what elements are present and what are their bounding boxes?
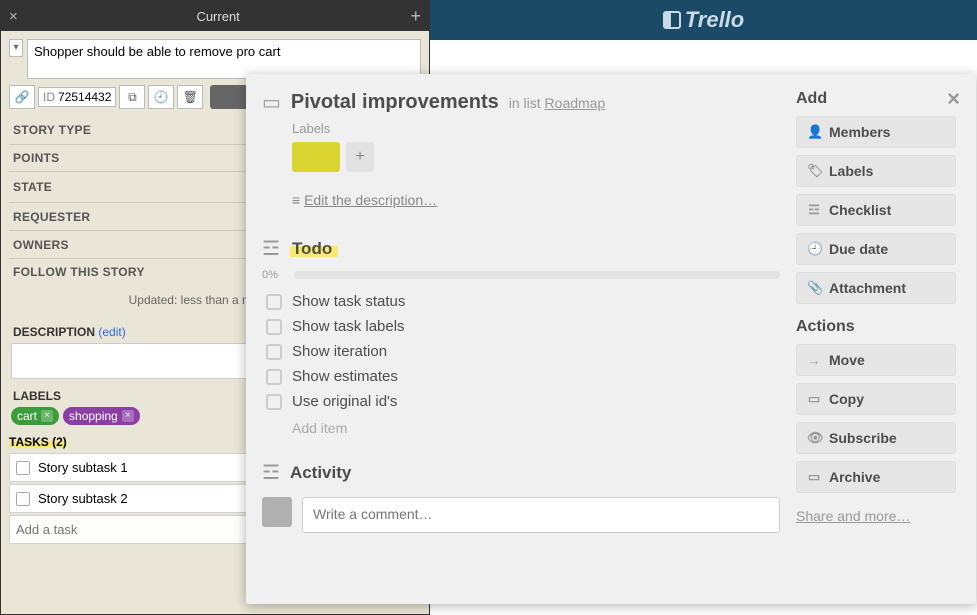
avatar	[262, 497, 292, 527]
checklist-item[interactable]: Show iteration	[262, 339, 780, 364]
edit-description-link[interactable]: ≡ Edit the description…	[292, 192, 780, 208]
checklist-title[interactable]: Todo	[290, 239, 338, 259]
story-id[interactable]: ID 72514432	[38, 87, 116, 107]
checklist-item[interactable]: Use original id's	[262, 389, 780, 414]
in-list: in list Roadmap	[509, 95, 606, 111]
user-icon: 👤	[807, 124, 821, 140]
move-button[interactable]: →Move	[796, 344, 956, 376]
trello-card-modal: × ▭ Pivotal improvements in list Roadmap…	[246, 74, 976, 604]
copy-icon: ▭	[807, 391, 821, 407]
card-title[interactable]: Pivotal improvements	[291, 91, 499, 114]
plus-icon[interactable]: +	[410, 6, 421, 27]
link-icon[interactable]: 🔗	[9, 85, 35, 109]
archive-icon: ▭	[807, 469, 821, 485]
checklist-item[interactable]: Show estimates	[262, 364, 780, 389]
trash-icon[interactable]: 🗑	[177, 85, 203, 109]
labels-header: Labels	[292, 121, 780, 136]
checkbox[interactable]	[266, 344, 282, 360]
arrow-icon: →	[807, 353, 821, 368]
remove-label-icon[interactable]: ×	[122, 410, 134, 422]
trello-header: Trello	[430, 0, 977, 40]
list-icon: ☲	[807, 202, 821, 218]
checkbox[interactable]	[266, 394, 282, 410]
archive-button[interactable]: ▭Archive	[796, 461, 956, 493]
checklist-item[interactable]: Show task status	[262, 289, 780, 314]
activity-icon: ☲	[262, 460, 280, 485]
due-date-button[interactable]: 🕘Due date	[796, 233, 956, 265]
progress-bar	[294, 271, 780, 279]
paperclip-icon: 📎	[807, 280, 821, 296]
activity-header: Activity	[290, 463, 351, 483]
checkbox[interactable]	[266, 319, 282, 335]
copy-icon[interactable]: ⧉	[119, 85, 145, 109]
close-icon[interactable]: ×	[947, 86, 960, 112]
board-icon	[663, 11, 681, 29]
label-chip[interactable]: cart×	[11, 407, 59, 425]
share-link[interactable]: Share and more…	[796, 508, 910, 524]
panel-title: Current	[26, 9, 411, 24]
attachment-button[interactable]: 📎Attachment	[796, 272, 956, 304]
clock-icon: 🕘	[807, 241, 821, 257]
add-header: Add	[796, 90, 956, 108]
add-checklist-item[interactable]: Add item	[292, 420, 780, 436]
label-chip-yellow[interactable]	[292, 142, 340, 172]
copy-button[interactable]: ▭Copy	[796, 383, 956, 415]
checklist-item[interactable]: Show task labels	[262, 314, 780, 339]
trello-sidebar: Add 👤Members 🏷Labels ☲Checklist 🕘Due dat…	[796, 90, 956, 533]
tasks-header: TASKS (2)	[9, 435, 67, 449]
menu-icon: ≡	[292, 192, 300, 208]
card-icon: ▭	[262, 90, 281, 115]
actions-header: Actions	[796, 318, 956, 336]
list-link[interactable]: Roadmap	[545, 95, 606, 111]
checklist-button[interactable]: ☲Checklist	[796, 194, 956, 226]
close-icon[interactable]: ×	[9, 8, 18, 25]
checkbox[interactable]	[266, 369, 282, 385]
comment-input[interactable]	[302, 497, 780, 533]
members-button[interactable]: 👤Members	[796, 116, 956, 148]
trello-logo[interactable]: Trello	[663, 7, 745, 33]
history-icon[interactable]: 🕘	[148, 85, 174, 109]
collapse-icon[interactable]: ▾	[9, 39, 23, 57]
subscribe-button[interactable]: 👁Subscribe	[796, 422, 956, 454]
tag-icon: 🏷	[807, 163, 821, 179]
label-chip[interactable]: shopping×	[63, 407, 140, 425]
checklist-icon: ☲	[262, 236, 280, 261]
pivotal-header: × Current +	[1, 1, 429, 31]
checkbox[interactable]	[16, 461, 30, 475]
story-title-input[interactable]: Shopper should be able to remove pro car…	[27, 39, 421, 79]
eye-icon: 👁	[807, 430, 821, 446]
progress-percent: 0%	[262, 269, 286, 281]
add-label-button[interactable]: +	[346, 142, 374, 172]
edit-description-link[interactable]: (edit)	[98, 325, 125, 339]
checkbox[interactable]	[266, 294, 282, 310]
checkbox[interactable]	[16, 492, 30, 506]
labels-button[interactable]: 🏷Labels	[796, 155, 956, 187]
remove-label-icon[interactable]: ×	[41, 410, 53, 422]
